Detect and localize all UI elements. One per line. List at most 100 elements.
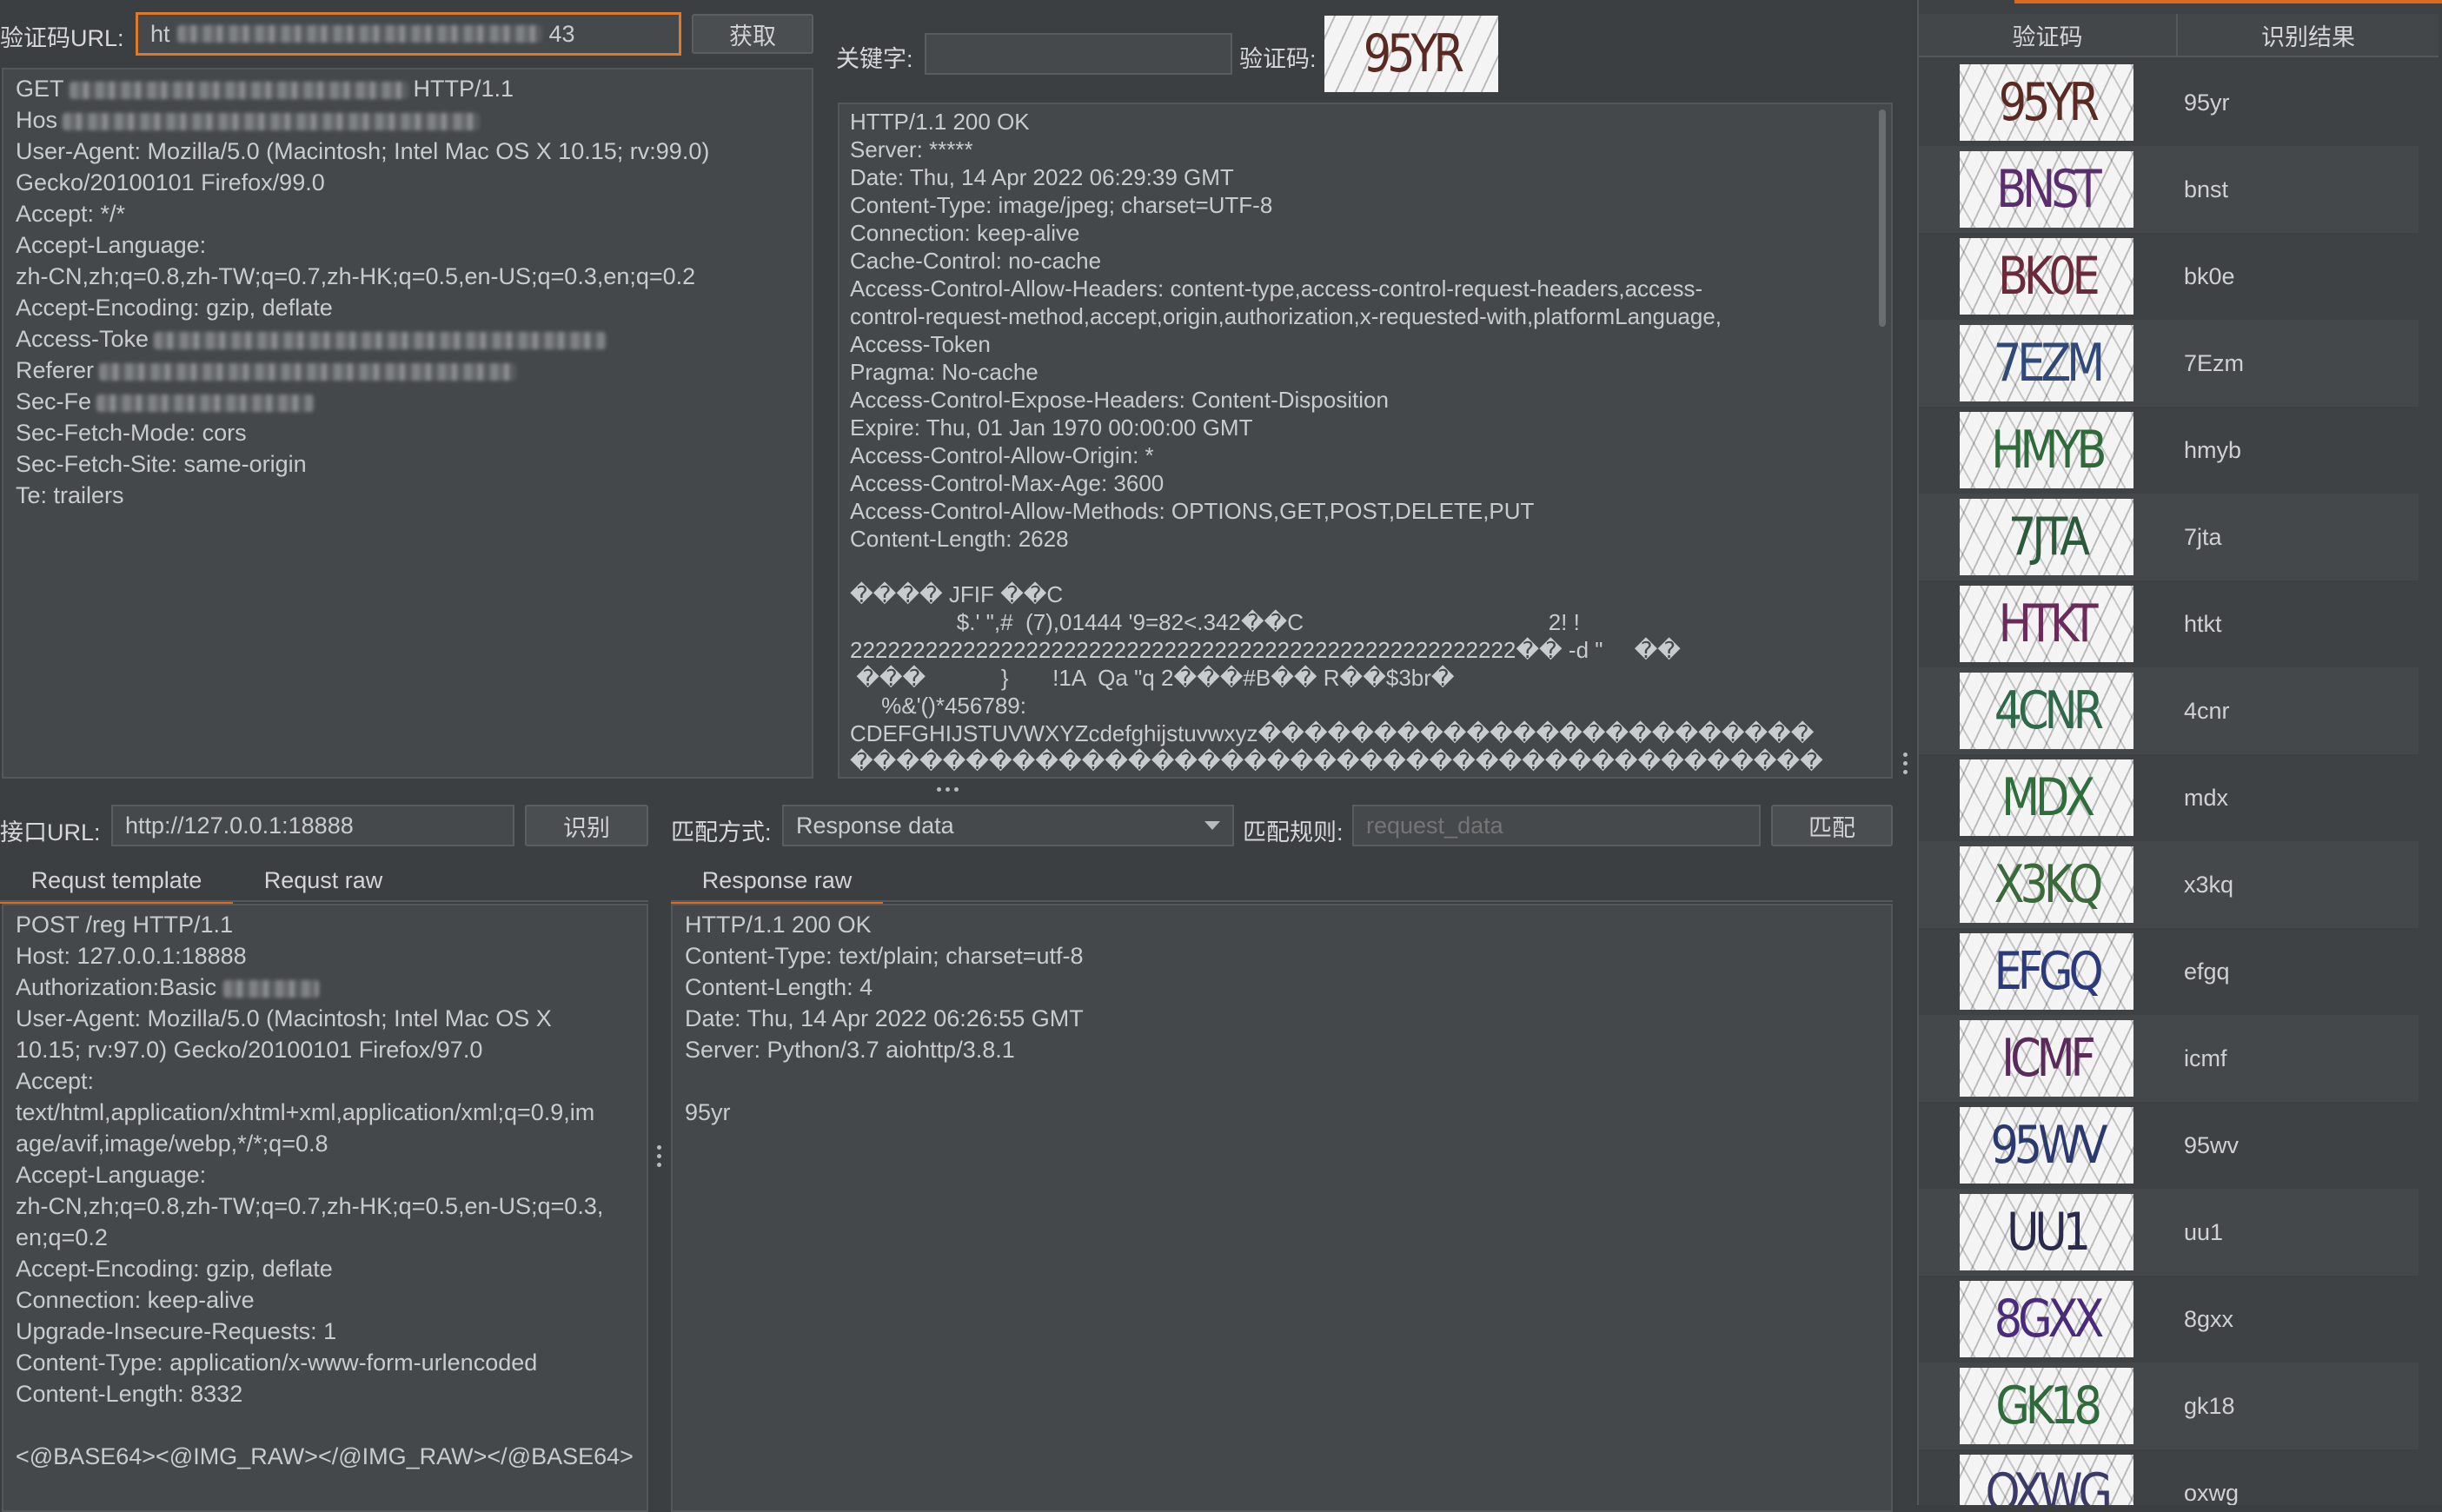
match-mode-select[interactable]: Response data xyxy=(782,805,1234,846)
redacted-value xyxy=(99,362,517,381)
captcha-thumbnail: 7EZM xyxy=(1960,325,2133,401)
history-row[interactable]: ICMF icmf xyxy=(1919,1015,2419,1102)
request-template-text[interactable]: POST /reg HTTP/1.1 Host: 127.0.0.1:18888 A… xyxy=(16,909,634,1472)
fetch-button[interactable]: 获取 xyxy=(692,14,813,54)
captcha-thumbnail-text: 4CNR xyxy=(1994,680,2103,741)
api-url-label: 接口URL: xyxy=(0,819,101,846)
captcha-thumbnail: 95YR xyxy=(1960,64,2133,141)
request-line: Sec-Fe xyxy=(16,386,800,417)
redacted-value xyxy=(154,331,607,349)
match-rule-label: 匹配规则: xyxy=(1243,819,1344,846)
template-line: POST /reg HTTP/1.1 xyxy=(16,912,234,938)
response-scrollbar[interactable] xyxy=(1879,109,1886,327)
recognize-button[interactable]: 识别 xyxy=(525,805,648,846)
captcha-thumbnail: OXWG xyxy=(1960,1455,2133,1505)
history-row[interactable]: 8GXX 8gxx xyxy=(1919,1276,2419,1363)
recognition-result: 7jta xyxy=(2184,523,2222,550)
history-row[interactable]: OXWG oxwg xyxy=(1919,1449,2419,1505)
template-line: zh-CN,zh;q=0.8,zh-TW;q=0.7,zh-HK;q=0.5,e… xyxy=(16,1193,604,1219)
recognition-result: x3kq xyxy=(2184,871,2234,898)
captcha-thumbnail-text: 95YR xyxy=(1998,72,2099,133)
redacted-value xyxy=(69,81,408,99)
request-panel[interactable]: GET HTTP/1.1 Hos User-Agent: Mozilla/5.0 (M… xyxy=(2,68,813,779)
request-line: GET HTTP/1.1 xyxy=(16,76,514,102)
recognition-result: bnst xyxy=(2184,176,2229,202)
response-line: ����������������������������������������… xyxy=(850,748,1823,774)
history-row[interactable]: BNST bnst xyxy=(1919,146,2419,233)
recognition-result: 95yr xyxy=(2184,89,2230,116)
response-line: Access-Control-Allow-Origin: * xyxy=(850,442,1154,468)
history-row[interactable]: 7EZM 7Ezm xyxy=(1919,320,2419,407)
col-result-header[interactable]: 识别结果 xyxy=(2178,14,2439,56)
request-line: Te: trailers xyxy=(16,482,124,508)
recognition-result: icmf xyxy=(2184,1044,2227,1071)
response-panel[interactable]: HTTP/1.1 200 OK Server: ***** Date: Thu, 1… xyxy=(838,103,1893,779)
match-button[interactable]: 匹配 xyxy=(1771,805,1893,846)
history-row[interactable]: 95WV 95wv xyxy=(1919,1102,2419,1189)
history-row[interactable]: X3KQ x3kq xyxy=(1919,841,2419,928)
history-row[interactable]: 95YR 95yr xyxy=(1919,59,2419,146)
col-captcha-header[interactable]: 验证码 xyxy=(1919,14,2178,56)
response-line: Access-Control-Allow-Headers: content-ty… xyxy=(850,275,1703,302)
api-url-input[interactable]: http://127.0.0.1:18888 xyxy=(111,805,514,846)
captcha-thumbnail-text: 7JTA xyxy=(2007,507,2089,567)
request-text[interactable]: GET HTTP/1.1 Hos User-Agent: Mozilla/5.0 (M… xyxy=(16,73,800,511)
recognition-result: mdx xyxy=(2184,784,2229,811)
template-line: age/avif,image/webp,*/*;q=0.8 xyxy=(16,1131,328,1157)
history-row[interactable]: EFGQ efgq xyxy=(1919,928,2419,1015)
match-mode-value: Response data xyxy=(796,812,954,839)
history-row[interactable]: HTKT htkt xyxy=(1919,580,2419,667)
history-row[interactable]: HMYB hmyb xyxy=(1919,407,2419,494)
tab-request-raw[interactable]: Requst raw xyxy=(236,860,410,900)
captcha-thumbnail: UU1 xyxy=(1960,1194,2133,1270)
response-line: ��� } !1A Qa "q 2���#B�� R��$3br� xyxy=(850,665,1455,691)
response-raw-line: Date: Thu, 14 Apr 2022 06:26:55 GMT xyxy=(685,1005,1084,1031)
captcha-thumbnail-text: GK18 xyxy=(1995,1376,2102,1436)
captcha-image-text: 95YR xyxy=(1363,23,1463,84)
history-row[interactable]: 4CNR 4cnr xyxy=(1919,667,2419,754)
response-raw-text[interactable]: HTTP/1.1 200 OK Content-Type: text/plain;… xyxy=(685,909,1879,1128)
history-row[interactable]: MDX mdx xyxy=(1919,754,2419,841)
request-line: Access-Toke xyxy=(16,323,800,355)
captcha-thumbnail-text: 8GXX xyxy=(1994,1289,2104,1350)
response-line: Date: Thu, 14 Apr 2022 06:29:39 GMT xyxy=(850,164,1234,190)
request-line: Accept-Language: xyxy=(16,232,207,258)
recognition-result: efgq xyxy=(2184,958,2230,985)
splitter-handle-template[interactable] xyxy=(657,1145,664,1170)
captcha-thumbnail: 7JTA xyxy=(1960,499,2133,575)
tab-request-template[interactable]: Requst template xyxy=(0,860,233,904)
match-rule-input[interactable] xyxy=(1352,805,1761,846)
history-accent-bar xyxy=(2014,0,2442,3)
captcha-image: 95YR xyxy=(1324,16,1498,92)
captcha-thumbnail-text: BK0E xyxy=(1997,246,2100,307)
tab-response-raw[interactable]: Response raw xyxy=(671,860,883,904)
keyword-input[interactable] xyxy=(925,33,1232,75)
captcha-thumbnail: HTKT xyxy=(1960,586,2133,662)
captcha-thumbnail-text: BNST xyxy=(1995,159,2101,220)
template-line: Content-Length: 8332 xyxy=(16,1381,243,1407)
template-line: Accept-Encoding: gzip, deflate xyxy=(16,1256,333,1282)
keyword-label: 关键字: xyxy=(836,46,913,72)
captcha-url-value-end: 43 xyxy=(548,20,575,47)
response-text[interactable]: HTTP/1.1 200 OK Server: ***** Date: Thu, 1… xyxy=(850,108,1881,775)
splitter-handle-vertical[interactable] xyxy=(1903,753,1910,777)
history-row[interactable]: GK18 gk18 xyxy=(1919,1363,2419,1449)
response-raw-panel[interactable]: HTTP/1.1 200 OK Content-Type: text/plain;… xyxy=(671,904,1893,1512)
response-line: CDEFGHIJSTUVWXYZcdefghijstuvwxyz��������… xyxy=(850,720,1815,746)
captcha-thumbnail: 8GXX xyxy=(1960,1281,2133,1357)
request-line: Accept-Encoding: gzip, deflate xyxy=(16,295,333,321)
captcha-thumbnail: BK0E xyxy=(1960,238,2133,315)
recognition-result: 8gxx xyxy=(2184,1305,2234,1332)
captcha-url-input[interactable]: ht 43 xyxy=(136,12,681,56)
history-row[interactable]: UU1 uu1 xyxy=(1919,1189,2419,1276)
match-mode-label: 匹配方式: xyxy=(671,819,772,846)
history-row[interactable]: BK0E bk0e xyxy=(1919,233,2419,320)
history-row[interactable]: 7JTA 7jta xyxy=(1919,494,2419,580)
history-panel[interactable]: 验证码 识别结果 95YR 95yr BNST bnst BK0E bk0e 7EZM 7Ez… xyxy=(1917,0,2442,1505)
request-method-version: HTTP/1.1 xyxy=(413,76,514,102)
response-line: Access-Control-Allow-Methods: OPTIONS,GE… xyxy=(850,498,1535,524)
request-template-panel[interactable]: POST /reg HTTP/1.1 Host: 127.0.0.1:18888 A… xyxy=(2,904,648,1512)
splitter-handle-horizontal[interactable] xyxy=(937,787,961,796)
response-line: Access-Control-Max-Age: 3600 xyxy=(850,470,1165,496)
template-line: Upgrade-Insecure-Requests: 1 xyxy=(16,1318,337,1344)
